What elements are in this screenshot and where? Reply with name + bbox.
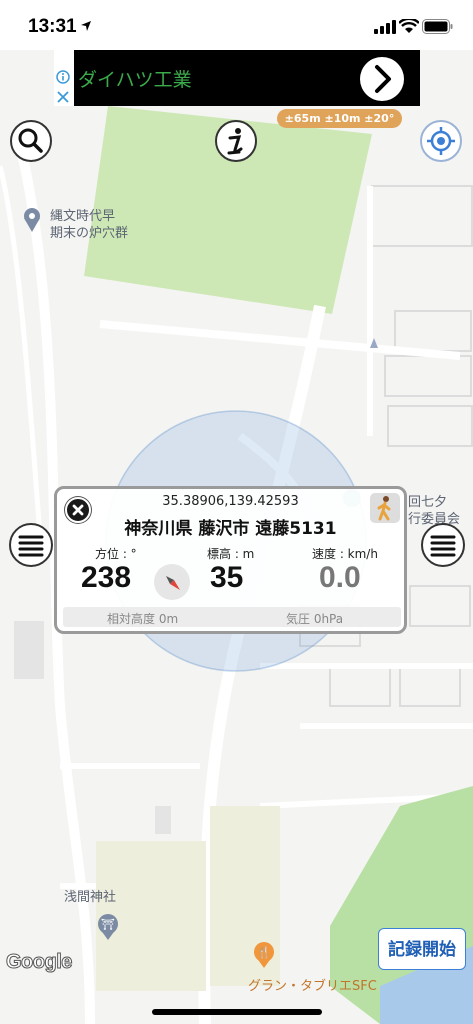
wifi-icon (399, 19, 419, 33)
ad-banner[interactable]: ダイハツ工業 (54, 50, 420, 106)
battery-icon (422, 19, 453, 34)
ad-arrow-button[interactable] (360, 57, 404, 101)
right-menu-button[interactable] (421, 523, 465, 567)
relative-altitude-text: 相対高度 0m (107, 612, 179, 626)
chevron-right-icon (375, 65, 391, 93)
map-label-poi-1[interactable]: 縄文時代早 期末の炉穴群 (50, 208, 128, 242)
compass-icon (154, 564, 190, 600)
accuracy-badge: ±65m ±10m ±20° (277, 109, 402, 128)
map-label-poi-2[interactable]: 回七夕 行委員会 (408, 494, 460, 528)
ad-text: ダイハツ工業 (78, 69, 192, 91)
menu-icon (18, 535, 44, 557)
crosshair-icon (427, 127, 455, 155)
altitude-value: 35 (210, 561, 244, 594)
home-indicator[interactable] (152, 1009, 322, 1015)
signal-icon (374, 20, 396, 34)
info-icon (227, 128, 243, 155)
google-logo: Google (6, 951, 73, 974)
speed-value: 0.0 (319, 561, 361, 594)
speed-label: 速度 : km/h (312, 547, 378, 561)
walking-icon (377, 496, 391, 521)
ad-close-icon[interactable] (56, 90, 70, 104)
location-info-card: 35.38906,139.42593 神奈川県 藤沢市 遠藤5131 方位 : … (54, 486, 407, 634)
map-label-shrine[interactable]: 浅間神社 (64, 889, 116, 906)
svg-text:⛩: ⛩ (101, 918, 115, 931)
menu-icon (430, 535, 456, 557)
location-arrow-icon (81, 21, 91, 31)
coordinates-text: 35.38906,139.42593 (162, 494, 299, 509)
status-time: 13:31 (28, 16, 77, 37)
search-button[interactable] (10, 120, 52, 162)
svg-text:🍴: 🍴 (257, 946, 271, 959)
search-icon (18, 128, 43, 153)
ad-info-icon[interactable] (56, 70, 70, 84)
altitude-label: 標高 : m (207, 547, 255, 561)
walking-mode-button[interactable] (370, 493, 400, 523)
start-recording-button[interactable]: 記録開始 (378, 928, 466, 970)
heading-value: 238 (81, 561, 132, 594)
pressure-text: 気圧 0hPa (286, 612, 344, 626)
heading-label: 方位 : ° (95, 547, 137, 561)
map-label-restaurant[interactable]: グラン・タブリエSFC (248, 978, 377, 995)
address-text: 神奈川県 藤沢市 遠藤5131 (124, 519, 337, 539)
info-button[interactable] (215, 120, 257, 162)
ad-controls (54, 50, 74, 106)
locate-button[interactable] (420, 120, 462, 162)
status-bar: 13:31 (0, 0, 473, 50)
left-menu-button[interactable] (9, 523, 53, 567)
